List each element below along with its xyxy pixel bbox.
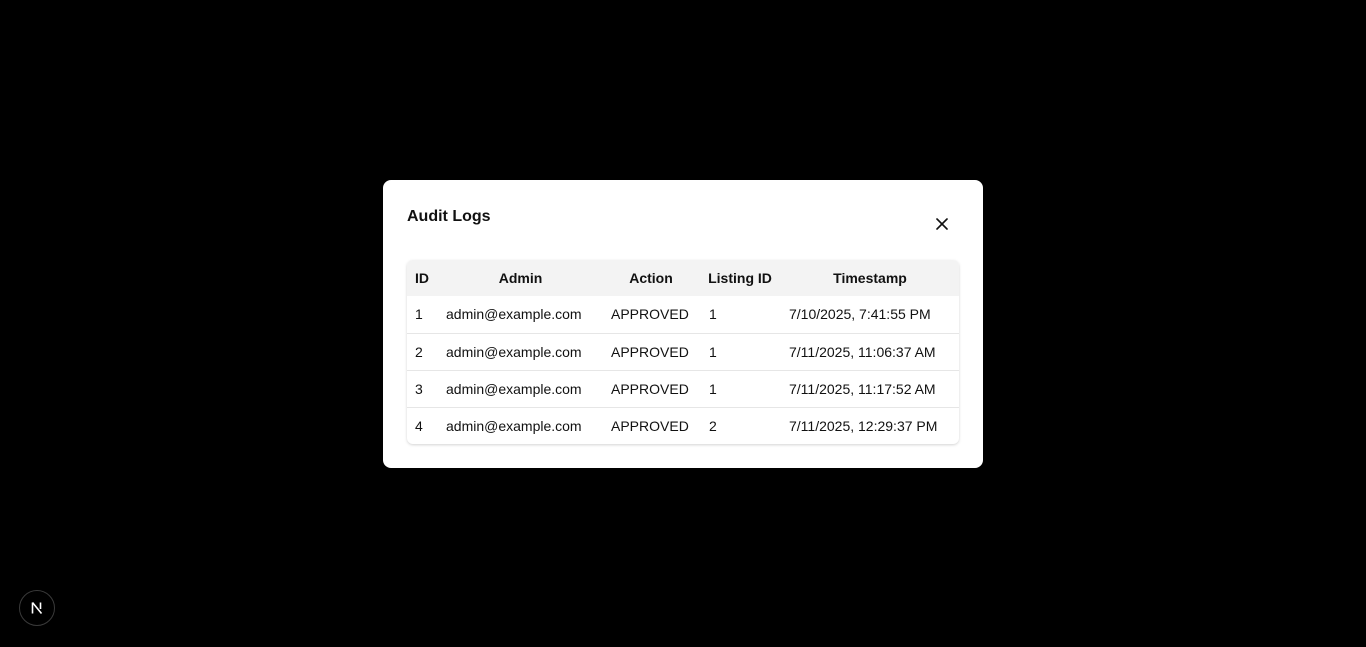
audit-logs-dialog: Audit Logs ID Admin Action Listing ID Ti… <box>383 180 983 468</box>
cell-timestamp: 7/10/2025, 7:41:55 PM <box>789 306 931 323</box>
cell-listing-id: 2 <box>709 417 717 434</box>
table-body: 1 admin@example.com APPROVED 1 7/10/2025… <box>407 296 959 444</box>
table-row: 1 admin@example.com APPROVED 1 7/10/2025… <box>407 296 959 333</box>
cell-action: APPROVED <box>611 380 689 397</box>
nextjs-dev-tools-button[interactable] <box>19 590 55 626</box>
cell-timestamp: 7/11/2025, 11:17:52 AM <box>789 380 936 397</box>
dialog-title: Audit Logs <box>407 208 491 225</box>
cell-action: APPROVED <box>611 343 689 360</box>
cell-action: APPROVED <box>611 417 689 434</box>
column-header-timestamp: Timestamp <box>833 270 907 286</box>
cell-id: 4 <box>415 417 423 434</box>
cell-timestamp: 7/11/2025, 11:06:37 AM <box>789 343 936 360</box>
table-header: ID Admin Action Listing ID Timestamp <box>407 260 959 296</box>
column-header-id: ID <box>415 270 429 286</box>
audit-log-table: ID Admin Action Listing ID Timestamp 1 a… <box>407 260 959 444</box>
cell-listing-id: 1 <box>709 306 717 323</box>
cell-id: 3 <box>415 380 423 397</box>
cell-timestamp: 7/11/2025, 12:29:37 PM <box>789 417 938 434</box>
column-header-action: Action <box>629 270 673 286</box>
cell-admin: admin@example.com <box>446 380 582 397</box>
nextjs-logo-icon <box>31 601 43 615</box>
table-row: 2 admin@example.com APPROVED 1 7/11/2025… <box>407 333 959 370</box>
column-header-admin: Admin <box>498 270 543 286</box>
cell-admin: admin@example.com <box>446 306 582 323</box>
cell-id: 1 <box>415 306 423 323</box>
cell-action: APPROVED <box>611 306 689 323</box>
cell-admin: admin@example.com <box>446 343 582 360</box>
cell-listing-id: 1 <box>709 343 717 360</box>
table-header-row: ID Admin Action Listing ID Timestamp <box>407 260 959 296</box>
audit-log-table-container: ID Admin Action Listing ID Timestamp 1 a… <box>407 260 959 444</box>
table-row: 3 admin@example.com APPROVED 1 7/11/2025… <box>407 370 959 407</box>
cell-admin: admin@example.com <box>446 417 582 434</box>
column-header-listing-id: Listing ID <box>708 270 772 286</box>
table-row: 4 admin@example.com APPROVED 2 7/11/2025… <box>407 407 959 444</box>
close-button[interactable] <box>931 213 953 235</box>
cell-id: 2 <box>415 343 423 360</box>
cell-listing-id: 1 <box>709 380 717 397</box>
close-icon <box>936 218 948 230</box>
